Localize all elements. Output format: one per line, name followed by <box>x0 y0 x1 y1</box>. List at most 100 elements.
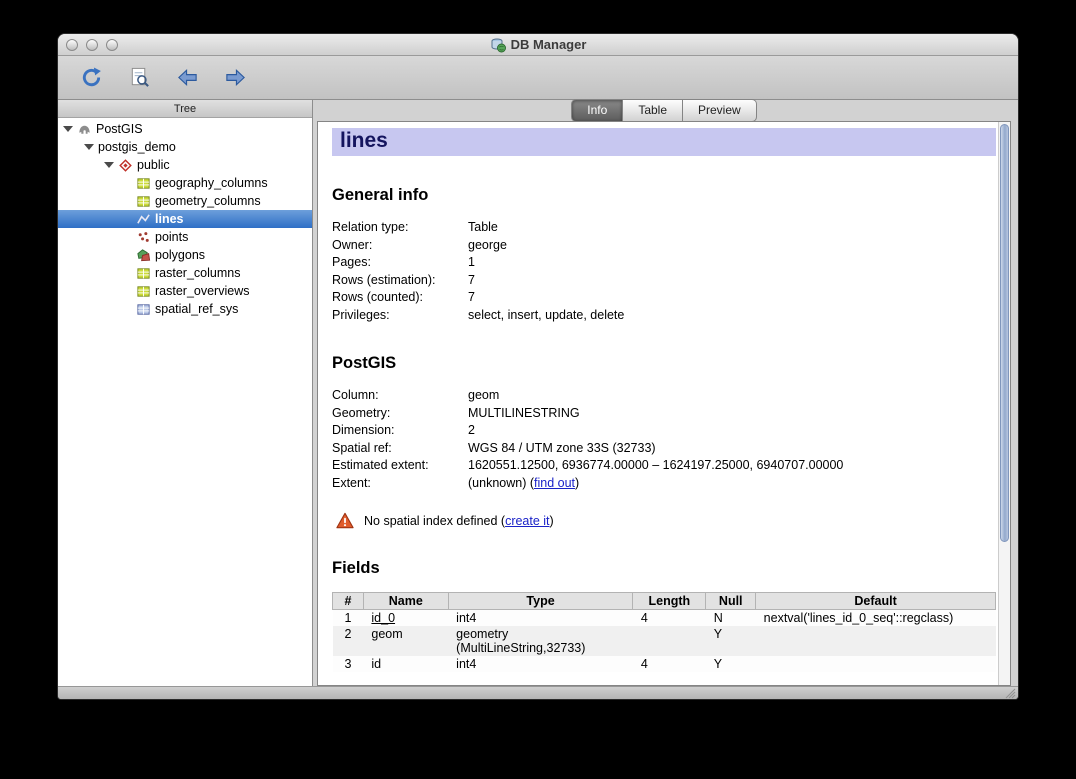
toolbar <box>58 56 1018 100</box>
close-button[interactable] <box>66 39 78 51</box>
table-icon <box>136 176 151 191</box>
scrollbar-thumb[interactable] <box>1000 124 1009 542</box>
field-type: geometry (MultiLineString,32733) <box>448 626 633 656</box>
tree-item-lines[interactable]: lines <box>58 210 312 228</box>
tree-item-label: points <box>155 230 188 244</box>
tree-item-label: raster_overviews <box>155 284 249 298</box>
info-value: 7 <box>468 289 996 307</box>
info-label: Geometry: <box>332 405 468 423</box>
fields-table: # Name Type Length Null Default 1 <box>332 592 996 672</box>
general-info-rows: Relation type:Table Owner:george Pages:1… <box>332 219 996 324</box>
tree-item-label: raster_columns <box>155 266 240 280</box>
tree-item-spatial-ref-sys[interactable]: spatial_ref_sys <box>58 300 312 318</box>
field-row: 1 id_0 int4 4 N nextval('lines_id_0_seq'… <box>333 610 996 627</box>
vertical-scrollbar[interactable] <box>998 122 1010 685</box>
info-label: Spatial ref: <box>332 440 468 458</box>
info-label: Owner: <box>332 237 468 255</box>
col-header-default: Default <box>756 593 996 610</box>
tree-item-label: postgis_demo <box>98 140 176 154</box>
tree-item-label: spatial_ref_sys <box>155 302 238 316</box>
tab-preview[interactable]: Preview <box>683 99 757 122</box>
create-index-link[interactable]: create it <box>505 514 549 528</box>
disclosure-triangle[interactable] <box>104 162 114 168</box>
tree-item-label: geography_columns <box>155 176 268 190</box>
info-label: Extent: <box>332 475 468 493</box>
tree-item-postgis[interactable]: PostGIS <box>58 120 312 138</box>
sql-window-button[interactable] <box>124 63 154 93</box>
col-header-length: Length <box>633 593 706 610</box>
tab-label: Table <box>638 103 667 117</box>
tree-item-polygons[interactable]: polygons <box>58 246 312 264</box>
extent-prefix: (unknown) ( <box>468 476 534 490</box>
resize-grip[interactable] <box>1004 687 1016 699</box>
field-default <box>756 656 996 672</box>
col-header-num: # <box>333 593 364 610</box>
warning-text: No spatial index defined (create it) <box>364 514 554 528</box>
tab-label: Info <box>587 103 607 117</box>
field-num: 1 <box>333 610 364 627</box>
main-split: Tree PostGIS postgis_demo <box>58 100 1018 686</box>
field-null: Y <box>706 656 756 672</box>
tab-info[interactable]: Info <box>571 99 623 122</box>
tree-item-raster-overviews[interactable]: raster_overviews <box>58 282 312 300</box>
zoom-button[interactable] <box>106 39 118 51</box>
tree-panel: Tree PostGIS postgis_demo <box>58 100 313 686</box>
find-out-link[interactable]: find out <box>534 476 575 490</box>
minimize-button[interactable] <box>86 39 98 51</box>
info-label: Relation type: <box>332 219 468 237</box>
info-label: Rows (estimation): <box>332 272 468 290</box>
tree-item-label: lines <box>155 212 184 226</box>
info-label: Privileges: <box>332 307 468 325</box>
table-icon <box>136 284 151 299</box>
info-value: 1620551.12500, 6936774.00000 – 1624197.2… <box>468 457 996 475</box>
field-num: 3 <box>333 656 364 672</box>
col-header-null: Null <box>706 593 756 610</box>
schema-icon <box>118 158 133 173</box>
col-header-name: Name <box>363 593 448 610</box>
tree-item-postgis-demo[interactable]: postgis_demo <box>58 138 312 156</box>
fields-header-row: # Name Type Length Null Default <box>333 593 996 610</box>
disclosure-triangle[interactable] <box>63 126 73 132</box>
info-label: Pages: <box>332 254 468 272</box>
field-row: 2 geom geometry (MultiLineString,32733) … <box>333 626 996 656</box>
disclosure-triangle[interactable] <box>84 144 94 150</box>
tree-item-geography-columns[interactable]: geography_columns <box>58 174 312 192</box>
field-default <box>756 626 996 656</box>
window-title: DB Manager <box>490 37 587 53</box>
section-heading-general: General info <box>332 186 996 205</box>
page-title: lines <box>332 128 996 156</box>
traffic-lights <box>66 39 118 51</box>
field-default: nextval('lines_id_0_seq'::regclass) <box>756 610 996 627</box>
tree-item-public[interactable]: public <box>58 156 312 174</box>
tree-item-raster-columns[interactable]: raster_columns <box>58 264 312 282</box>
info-value: 7 <box>468 272 996 290</box>
refresh-button[interactable] <box>76 63 106 93</box>
polygon-layer-icon <box>136 248 151 263</box>
info-value: MULTILINESTRING <box>468 405 996 423</box>
export-file-button[interactable] <box>220 63 250 93</box>
info-label: Dimension: <box>332 422 468 440</box>
tab-bar: Info Table Preview <box>317 100 1011 122</box>
tree-item-label: PostGIS <box>96 122 143 136</box>
postgis-icon <box>77 122 92 137</box>
field-type: int4 <box>448 656 633 672</box>
info-value: Table <box>468 219 996 237</box>
window-footer <box>58 686 1018 700</box>
info-label: Estimated extent: <box>332 457 468 475</box>
field-name: geom <box>363 626 448 656</box>
tree-item-points[interactable]: points <box>58 228 312 246</box>
detail-panel: Info Table Preview lines General info Re… <box>313 100 1018 686</box>
import-layer-button[interactable] <box>172 63 202 93</box>
spatial-index-warning: No spatial index defined (create it) <box>332 512 996 529</box>
connections-tree[interactable]: PostGIS postgis_demo public <box>58 118 312 686</box>
export-file-icon <box>224 66 247 89</box>
info-value: select, insert, update, delete <box>468 307 996 325</box>
info-value: WGS 84 / UTM zone 33S (32733) <box>468 440 996 458</box>
field-name: id_0 <box>363 610 448 627</box>
db-manager-window: DB Manager <box>57 33 1019 700</box>
field-length: 4 <box>633 610 706 627</box>
tree-item-label: geometry_columns <box>155 194 261 208</box>
tab-table[interactable]: Table <box>623 99 683 122</box>
tree-item-geometry-columns[interactable]: geometry_columns <box>58 192 312 210</box>
titlebar[interactable]: DB Manager <box>58 34 1018 56</box>
